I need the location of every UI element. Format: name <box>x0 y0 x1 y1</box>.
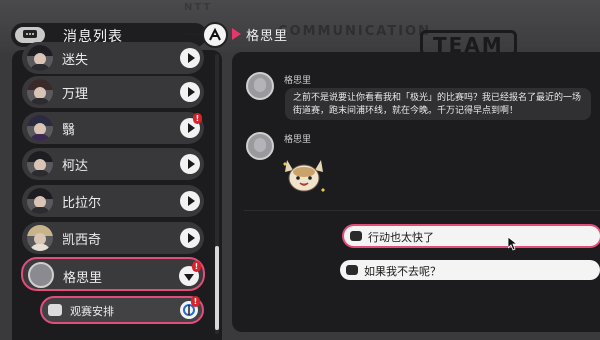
background-text: COMMUNICATION <box>278 24 431 39</box>
contact-name: 迷失 <box>62 53 89 68</box>
contact-item[interactable]: 柯达 <box>22 148 204 180</box>
play-icon[interactable] <box>180 82 200 102</box>
contact-item[interactable]: 比拉尔 <box>22 185 204 217</box>
play-icon[interactable] <box>180 228 200 248</box>
mouse-cursor-icon <box>507 236 519 255</box>
contact-item-active[interactable]: 格思里 ! <box>21 257 205 291</box>
reply-option-label: 如果我不去呢？ <box>364 265 441 278</box>
notification-badge: ! <box>192 261 201 272</box>
background-text: NTT <box>184 2 213 13</box>
avatar <box>27 45 53 71</box>
contact-item[interactable]: 迷失 <box>22 42 204 74</box>
avatar <box>27 225 53 251</box>
avatar <box>27 79 53 105</box>
avatar <box>246 132 274 160</box>
reply-option-label: 行动也太快了 <box>368 231 434 244</box>
chat-bubble-icon <box>350 231 362 241</box>
chat-bubble-icon <box>48 304 62 316</box>
contact-name: 格思里 <box>63 271 103 286</box>
reply-option[interactable]: 行动也太快了 <box>344 226 600 246</box>
reply-option[interactable]: 如果我不去呢？ <box>340 260 600 280</box>
contact-item[interactable]: 凯西奇 <box>22 222 204 254</box>
contact-name: 柯达 <box>62 159 89 174</box>
contact-item[interactable]: 万理 <box>22 76 204 108</box>
message-sender: 格思里 <box>284 76 312 86</box>
chat-bubble-icon <box>15 27 45 43</box>
avatar <box>246 72 274 100</box>
play-icon[interactable] <box>180 154 200 174</box>
current-chat-arrow-icon <box>232 28 241 40</box>
avatar <box>27 188 53 214</box>
contact-name: 万理 <box>62 87 89 102</box>
excited-dog-sticker-icon <box>281 152 327 198</box>
contact-item[interactable]: 翳 ! <box>22 112 204 144</box>
app-logo-icon <box>202 22 228 48</box>
divider <box>244 210 600 211</box>
message-bubble: 之前不是说要让你看看我和「极光」的比赛吗？我已经报名了最近的一场街道赛，跑末间浦… <box>285 88 591 120</box>
avatar <box>27 151 53 177</box>
contact-name: 比拉尔 <box>62 196 102 211</box>
play-icon[interactable] <box>180 48 200 68</box>
avatar <box>28 262 54 288</box>
sub-topic-label: 观赛安排 <box>70 305 114 318</box>
notification-badge: ! <box>193 113 202 124</box>
chat-bubble-icon <box>346 265 358 275</box>
notification-badge: ! <box>191 296 200 307</box>
message-sender: 格思里 <box>284 135 312 145</box>
sub-topic-item[interactable]: 观赛安排 ! <box>40 296 204 324</box>
contact-name: 凯西奇 <box>62 233 102 248</box>
scrollbar-thumb[interactable] <box>215 246 219 330</box>
play-icon[interactable] <box>180 191 200 211</box>
current-chat-name: 格思里 <box>246 29 289 44</box>
avatar <box>27 115 53 141</box>
contact-name: 翳 <box>62 123 76 138</box>
